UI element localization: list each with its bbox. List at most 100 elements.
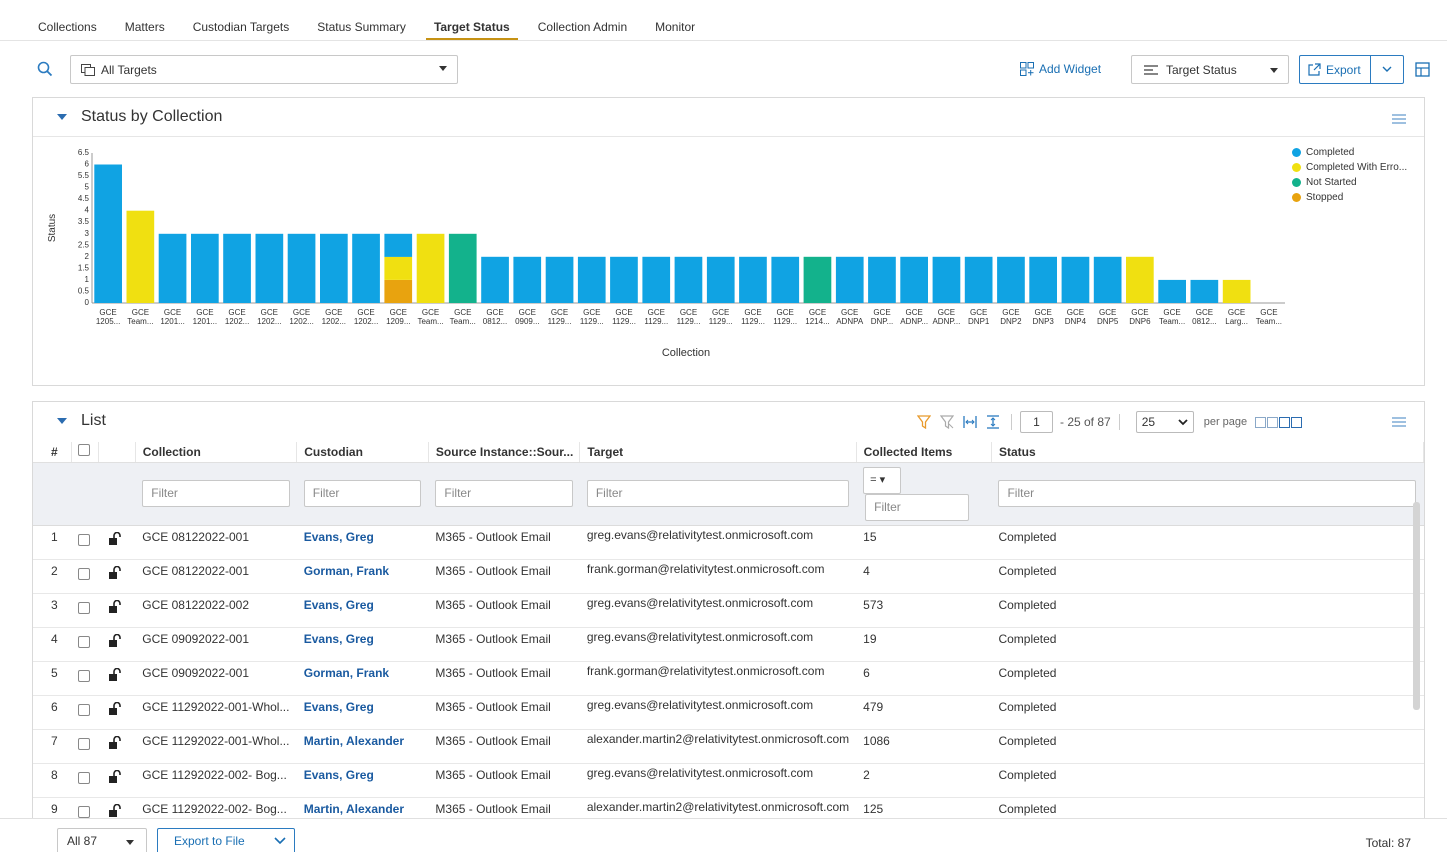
- table-row[interactable]: 6 GCE 11292022-001-Whol... Evans, Greg M365…: [33, 695, 1424, 730]
- collapse-icon[interactable]: [57, 418, 67, 424]
- custodian-link[interactable]: Evans, Greg: [296, 593, 429, 628]
- items-operator-select[interactable]: = ▾: [863, 466, 902, 494]
- tab-status-summary[interactable]: Status Summary: [309, 14, 414, 40]
- collection-filter-input[interactable]: Filter: [142, 480, 290, 507]
- bar-segment[interactable]: [1093, 256, 1122, 303]
- bar-segment[interactable]: [997, 256, 1025, 303]
- col-custodian[interactable]: Custodian: [296, 442, 429, 463]
- bar-segment[interactable]: [320, 233, 348, 303]
- bar-segment[interactable]: [868, 256, 896, 303]
- row-checkbox[interactable]: [78, 737, 91, 750]
- unlock-icon[interactable]: [108, 531, 122, 546]
- unlock-icon[interactable]: [108, 735, 122, 750]
- col-target[interactable]: Target: [579, 442, 857, 463]
- col-items[interactable]: Collected Items: [856, 442, 992, 463]
- col-status[interactable]: Status: [991, 442, 1425, 463]
- bar-segment[interactable]: [674, 256, 703, 303]
- bar-segment[interactable]: [126, 210, 155, 303]
- col-source[interactable]: Source Instance::Sour...: [428, 442, 581, 463]
- table-row[interactable]: 3 GCE 08122022-002 Evans, Greg M365 - Outlo…: [33, 593, 1424, 628]
- tab-custodian-targets[interactable]: Custodian Targets: [185, 14, 298, 40]
- bar-segment[interactable]: [1029, 256, 1057, 303]
- unlock-icon[interactable]: [108, 565, 122, 580]
- bar-segment[interactable]: [803, 256, 832, 303]
- bar-segment[interactable]: [739, 256, 767, 303]
- bar-segment[interactable]: [771, 256, 800, 303]
- bar-segment[interactable]: [1061, 256, 1090, 303]
- bar-segment[interactable]: [900, 256, 928, 303]
- bar-segment[interactable]: [384, 279, 413, 303]
- tab-target-status[interactable]: Target Status: [425, 14, 518, 40]
- view-select[interactable]: Target Status: [1131, 55, 1289, 84]
- chart-panel-header[interactable]: Status by Collection: [57, 108, 222, 126]
- table-row[interactable]: 8 GCE 11292022-002- Bog... Evans, Greg M365…: [33, 763, 1424, 798]
- tab-matters[interactable]: Matters: [117, 14, 173, 40]
- bar-segment[interactable]: [1222, 279, 1251, 303]
- export-dropdown-button[interactable]: [1371, 55, 1404, 84]
- row-checkbox[interactable]: [78, 805, 91, 818]
- target-filter-input[interactable]: Filter: [586, 480, 850, 507]
- unlock-icon[interactable]: [108, 633, 122, 648]
- bar-segment[interactable]: [577, 256, 606, 303]
- table-row[interactable]: 4 GCE 09092022-001 Evans, Greg M365 - Outlo…: [33, 627, 1424, 662]
- bar-segment[interactable]: [964, 256, 993, 303]
- bar-segment[interactable]: [94, 164, 122, 304]
- bar-segment[interactable]: [223, 233, 251, 303]
- legend-item[interactable]: Not Started: [1292, 175, 1407, 190]
- next-page-icon[interactable]: [1279, 416, 1291, 428]
- layout-icon[interactable]: [1415, 62, 1430, 77]
- scope-select[interactable]: All 87: [57, 828, 147, 852]
- page-number-input[interactable]: 1: [1020, 411, 1053, 433]
- bar-segment[interactable]: [545, 256, 574, 303]
- status-filter-input[interactable]: Filter: [998, 480, 1417, 507]
- bar-segment[interactable]: [706, 256, 735, 303]
- row-checkbox[interactable]: [78, 703, 91, 716]
- hamburger-menu-icon[interactable]: [1392, 417, 1406, 427]
- clear-filter-icon[interactable]: [940, 415, 954, 429]
- custodian-link[interactable]: Evans, Greg: [296, 525, 429, 560]
- first-page-icon[interactable]: [1255, 416, 1267, 428]
- custodian-link[interactable]: Evans, Greg: [296, 763, 429, 798]
- target-filter-select[interactable]: All Targets: [70, 55, 458, 84]
- bar-segment[interactable]: [642, 256, 671, 303]
- bar-segment[interactable]: [1158, 279, 1186, 303]
- row-checkbox[interactable]: [78, 669, 91, 682]
- tab-collections[interactable]: Collections: [30, 14, 105, 40]
- prev-page-icon[interactable]: [1267, 416, 1279, 428]
- bar-segment[interactable]: [481, 256, 509, 303]
- bar-segment[interactable]: [1190, 279, 1219, 303]
- hamburger-menu-icon[interactable]: [1392, 114, 1406, 124]
- legend-item[interactable]: Completed: [1292, 145, 1407, 160]
- unlock-icon[interactable]: [108, 701, 122, 716]
- custodian-filter-input[interactable]: Filter: [303, 480, 422, 507]
- bar-segment[interactable]: [384, 233, 413, 257]
- table-row[interactable]: 1 GCE 08122022-001 Evans, Greg M365 - Outlo…: [33, 525, 1424, 560]
- table-row[interactable]: 5 GCE 09092022-001 Gorman, Frank M365 - Out…: [33, 661, 1424, 696]
- tab-monitor[interactable]: Monitor: [647, 14, 703, 40]
- col-collection[interactable]: Collection: [135, 442, 298, 463]
- custodian-link[interactable]: Evans, Greg: [296, 695, 429, 730]
- bar-segment[interactable]: [287, 233, 316, 303]
- bar-segment[interactable]: [384, 256, 413, 280]
- export-button[interactable]: Export: [1299, 55, 1371, 84]
- custodian-link[interactable]: Gorman, Frank: [296, 661, 429, 696]
- fit-rows-icon[interactable]: [986, 415, 1000, 429]
- unlock-icon[interactable]: [108, 599, 122, 614]
- bar-segment[interactable]: [932, 256, 961, 303]
- custodian-link[interactable]: Evans, Greg: [296, 627, 429, 662]
- bar-segment[interactable]: [158, 233, 187, 303]
- list-panel-header[interactable]: List: [57, 412, 106, 430]
- bar-segment[interactable]: [448, 233, 477, 303]
- table-row[interactable]: 2 GCE 08122022-001 Gorman, Frank M365 - Out…: [33, 559, 1424, 594]
- vertical-scrollbar[interactable]: [1413, 502, 1420, 710]
- row-checkbox[interactable]: [78, 567, 91, 580]
- fit-columns-icon[interactable]: [963, 415, 977, 429]
- row-checkbox[interactable]: [78, 601, 91, 614]
- select-all-checkbox[interactable]: [77, 444, 90, 457]
- custodian-link[interactable]: Gorman, Frank: [296, 559, 429, 594]
- collapse-icon[interactable]: [57, 114, 67, 120]
- per-page-select[interactable]: 25: [1135, 411, 1194, 433]
- bar-segment[interactable]: [1126, 256, 1154, 303]
- last-page-icon[interactable]: [1291, 416, 1303, 428]
- bar-segment[interactable]: [191, 233, 219, 303]
